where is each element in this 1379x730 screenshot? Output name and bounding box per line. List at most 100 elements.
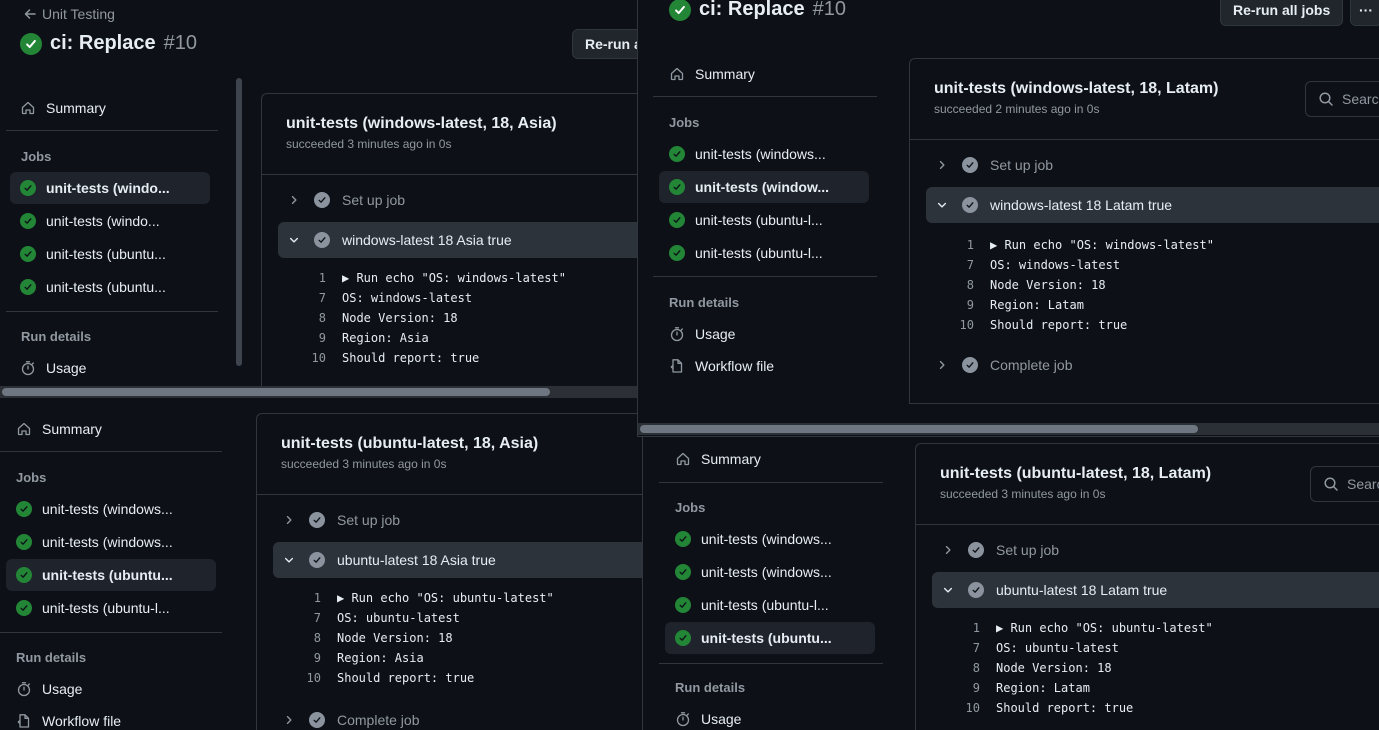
log-output: 1 ▶ Run echo "OS: ubuntu-latest" 7 OS: ubu… — [952, 618, 1213, 718]
success-check-icon — [20, 32, 42, 55]
log-line: 8 Node Version: 18 — [318, 311, 458, 325]
sidebar-summary[interactable]: Summary — [10, 92, 220, 124]
sidebar-job-3[interactable]: unit-tests (ubuntu-l... — [659, 204, 869, 236]
step-set-up-job[interactable]: Set up job — [273, 502, 642, 538]
chevron-down-icon — [934, 197, 950, 213]
step-run[interactable]: ubuntu-latest 18 Asia true — [273, 542, 642, 578]
step-set-up-job[interactable]: Set up job — [932, 532, 1379, 568]
run-number: #10 — [812, 0, 846, 20]
log-line: 8 Node Version: 18 — [972, 661, 1112, 675]
log-line: 7 OS: ubuntu-latest — [313, 611, 460, 625]
step-label: windows-latest 18 Asia true — [342, 232, 512, 248]
job-subtitle: succeeded 3 minutes ago in 0s — [281, 457, 447, 471]
sidebar-usage-label: Usage — [695, 326, 736, 342]
arrow-left-icon — [22, 6, 38, 22]
sidebar-job-4[interactable]: unit-tests (ubuntu... — [10, 271, 210, 303]
sidebar-scrollbar[interactable] — [236, 78, 242, 366]
sidebar-workflow-file[interactable]: Workflow file — [659, 350, 869, 382]
more-options-button[interactable]: ··· — [1350, 0, 1379, 26]
step-complete-job[interactable]: Complete job — [273, 702, 642, 730]
sidebar-job-label: unit-tests (ubuntu-l... — [695, 212, 823, 228]
sidebar-divider — [0, 632, 222, 633]
horizontal-scrollbar[interactable] — [638, 423, 1379, 435]
success-check-icon — [669, 212, 685, 228]
log-search-input[interactable]: Searc — [1310, 466, 1379, 502]
scrollbar-thumb[interactable] — [640, 425, 1198, 433]
page-title: ci: Replace #10 — [20, 32, 197, 55]
sidebar-job-1[interactable]: unit-tests (windows... — [6, 493, 216, 525]
sidebar-divider — [653, 276, 877, 277]
sidebar-job-3[interactable]: unit-tests (ubuntu... — [10, 238, 210, 270]
job-subtitle: succeeded 2 minutes ago in 0s — [934, 102, 1100, 116]
log-line: 7 OS: windows-latest — [966, 258, 1121, 272]
sidebar-job-1[interactable]: unit-tests (windows... — [659, 138, 869, 170]
sidebar-summary[interactable]: Summary — [6, 413, 216, 445]
sidebar-job-3[interactable]: unit-tests (ubuntu-l... — [665, 589, 875, 621]
sidebar-job-label: unit-tests (window... — [695, 179, 830, 195]
step-check-icon — [309, 512, 325, 528]
stopwatch-icon — [669, 326, 685, 342]
step-run[interactable]: windows-latest 18 Latam true — [926, 187, 1379, 223]
job-panel: unit-tests (windows-latest, 18, Asia) su… — [261, 93, 640, 393]
log-line: 10 Should report: true — [965, 701, 1134, 715]
sidebar-job-label: unit-tests (ubuntu-l... — [701, 597, 829, 613]
chevron-right-icon — [286, 192, 302, 208]
sidebar-job-1[interactable]: unit-tests (windo... — [10, 172, 210, 204]
rerun-button[interactable]: Re-run a — [572, 29, 640, 59]
sidebar-job-label: unit-tests (ubuntu-l... — [42, 600, 170, 616]
step-complete-job[interactable]: Complete job — [926, 347, 1379, 383]
chevron-right-icon — [281, 512, 297, 528]
sidebar-job-2[interactable]: unit-tests (window... — [659, 171, 869, 203]
sidebar-usage[interactable]: Usage — [10, 352, 210, 384]
run-title: ci: Replace — [699, 0, 805, 20]
sidebar-summary[interactable]: Summary — [665, 443, 875, 475]
success-check-icon — [669, 0, 691, 21]
chevron-down-icon — [281, 552, 297, 568]
sidebar-job-label: unit-tests (windows... — [701, 531, 832, 547]
log-search-input[interactable]: Search — [1305, 81, 1379, 117]
panel-divider — [257, 494, 642, 495]
sidebar-usage[interactable]: Usage — [6, 673, 216, 705]
success-check-icon — [16, 600, 32, 616]
window-ubuntu-asia: Summary Jobs unit-tests (windows... unit… — [0, 398, 642, 730]
stopwatch-icon — [20, 360, 36, 376]
log-line: 9 Region: Latam — [966, 298, 1084, 312]
sidebar-job-2[interactable]: unit-tests (windo... — [10, 205, 210, 237]
sidebar-job-1[interactable]: unit-tests (windows... — [665, 523, 875, 555]
run-details-heading: Run details — [669, 295, 740, 310]
sidebar-job-label: unit-tests (windo... — [46, 213, 160, 229]
scrollbar-thumb[interactable] — [2, 388, 550, 396]
success-check-icon — [20, 246, 36, 262]
rerun-all-jobs-button[interactable]: Re-run all jobs — [1220, 0, 1344, 26]
step-check-icon — [968, 542, 984, 558]
step-label: ubuntu-latest 18 Latam true — [996, 582, 1168, 598]
log-line: 7 OS: ubuntu-latest — [972, 641, 1119, 655]
window-windows-latam: ci: Replace #10 Re-run all jobs ··· Summ… — [637, 0, 1379, 437]
step-check-icon — [962, 157, 978, 173]
sidebar-job-2[interactable]: unit-tests (windows... — [665, 556, 875, 588]
back-link[interactable]: Unit Testing — [22, 6, 115, 22]
log-line: 10 Should report: true — [311, 351, 480, 365]
horizontal-scrollbar[interactable] — [0, 386, 640, 398]
step-set-up-job[interactable]: Set up job — [278, 182, 640, 218]
step-set-up-job[interactable]: Set up job — [926, 147, 1379, 183]
sidebar-usage[interactable]: Usage — [665, 703, 875, 730]
log-output: 1 ▶ Run echo "OS: windows-latest" 7 OS: wi… — [298, 268, 566, 368]
sidebar-job-label: unit-tests (ubuntu... — [46, 279, 166, 295]
success-check-icon — [16, 567, 32, 583]
sidebar-summary[interactable]: Summary — [659, 58, 877, 90]
sidebar-job-3[interactable]: unit-tests (ubuntu... — [6, 559, 216, 591]
sidebar-job-2[interactable]: unit-tests (windows... — [6, 526, 216, 558]
sidebar-job-4[interactable]: unit-tests (ubuntu... — [665, 622, 875, 654]
sidebar-job-4[interactable]: unit-tests (ubuntu-l... — [6, 592, 216, 624]
file-code-icon — [669, 358, 685, 374]
run-details-heading: Run details — [21, 329, 92, 344]
sidebar-usage-label: Usage — [46, 360, 87, 376]
sidebar-job-4[interactable]: unit-tests (ubuntu-l... — [659, 237, 869, 269]
sidebar-workflow-file[interactable]: Workflow file — [6, 705, 216, 730]
sidebar-usage[interactable]: Usage — [659, 318, 869, 350]
step-run[interactable]: ubuntu-latest 18 Latam true — [932, 572, 1379, 608]
sidebar-job-label: unit-tests (ubuntu... — [42, 567, 173, 583]
step-run[interactable]: windows-latest 18 Asia true — [278, 222, 640, 258]
success-check-icon — [669, 245, 685, 261]
